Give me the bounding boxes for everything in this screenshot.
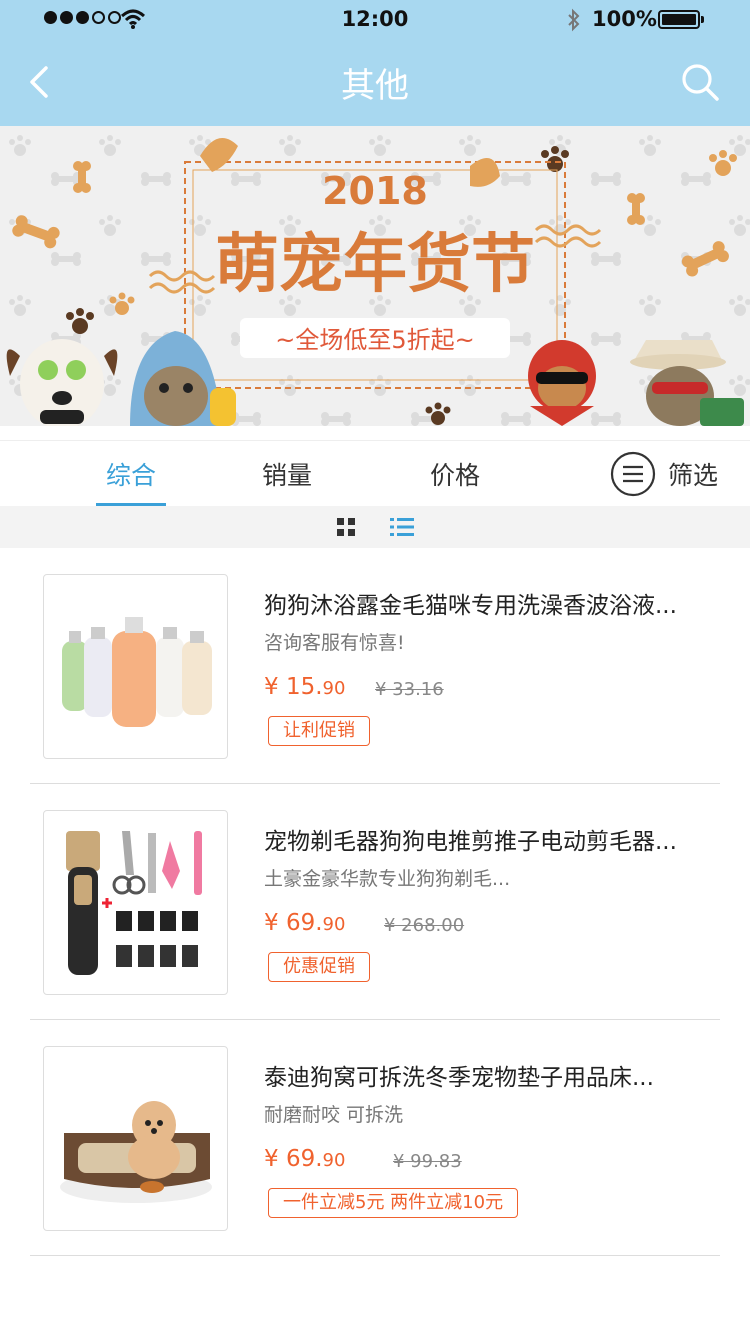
price-decimal: 90 [322,914,346,935]
product-image-dog-bed[interactable] [43,1046,228,1231]
product-subtitle: 咨询客服有惊喜! [264,632,405,654]
promo-tag: 一件立减5元 两件立减10元 [268,1188,519,1218]
tab-comprehensive[interactable]: 综合 [96,441,166,507]
sort-bar: 综合 销量 价格 筛选 [0,440,750,507]
tab-label: 综合 [105,461,156,490]
original-price: ¥ 268.00 [384,915,465,936]
product-subtitle: 土豪金豪华款专业狗狗剃毛... [264,868,511,890]
tab-price[interactable]: 价格 [420,441,490,507]
promo-tag: 优惠促销 [268,952,370,982]
tab-label: 价格 [429,461,480,490]
status-bar: 12:00 100% [0,0,750,40]
battery-percent: 100% [592,7,657,31]
page-title: 其他 [341,66,409,106]
product-item[interactable]: 宠物剃毛器狗狗电推剪推子电动剪毛器... 土豪金豪华款专业狗狗剃毛... ¥ 6… [30,784,720,1020]
product-image-clipper[interactable] [43,810,228,995]
product-item[interactable]: 泰迪狗窝可拆洗冬季宠物垫子用品床... 耐磨耐咬 可拆洗 ¥ 69.90 ¥ 9… [30,1020,720,1256]
filter-button[interactable]: 筛选 [610,451,718,497]
tab-sales[interactable]: 销量 [252,441,322,507]
filter-icon [610,451,656,497]
grid-view-icon[interactable] [336,517,356,537]
view-toggle-bar [0,506,750,548]
price-main: ¥ 69. [264,910,323,936]
nav-bar: 其他 [0,40,750,126]
product-title[interactable]: 泰迪狗窝可拆洗冬季宠物垫子用品床... [264,1058,714,1092]
filter-label: 筛选 [668,461,719,490]
banner-illustration: 2018 萌宠年货节 ~全场低至5折起~ [0,126,750,426]
price-main: ¥ 69. [264,1146,323,1172]
search-icon[interactable] [678,60,722,104]
battery-icon [658,10,704,29]
price-main: ¥ 15. [264,674,323,700]
product-price: ¥ 69.90 [264,1146,345,1172]
list-view-icon[interactable] [390,517,414,537]
product-title[interactable]: 宠物剃毛器狗狗电推剪推子电动剪毛器... [264,822,714,856]
price-decimal: 90 [322,1150,346,1171]
product-subtitle: 耐磨耐咬 可拆洗 [264,1104,404,1126]
original-price: ¥ 33.16 [375,679,444,700]
product-title[interactable]: 狗狗沐浴露金毛猫咪专用洗澡香波浴液... [264,586,714,620]
header: 12:00 100% 其他 [0,0,750,126]
product-image-shampoo[interactable] [43,574,228,759]
banner-slogan: ~全场低至5折起~ [275,326,475,354]
bluetooth-icon [568,8,580,32]
promo-banner[interactable]: 2018 萌宠年货节 ~全场低至5折起~ [0,126,750,426]
product-price: ¥ 15.90 [264,674,345,700]
banner-headline: 萌宠年货节 [215,228,535,302]
promo-tag: 让利促销 [268,716,370,746]
product-price: ¥ 69.90 [264,910,345,936]
price-decimal: 90 [322,678,346,699]
tab-label: 销量 [261,461,312,490]
original-price: ¥ 99.83 [393,1151,462,1172]
banner-year: 2018 [322,169,428,213]
product-item[interactable]: 狗狗沐浴露金毛猫咪专用洗澡香波浴液... 咨询客服有惊喜! ¥ 15.90 ¥ … [30,548,720,784]
